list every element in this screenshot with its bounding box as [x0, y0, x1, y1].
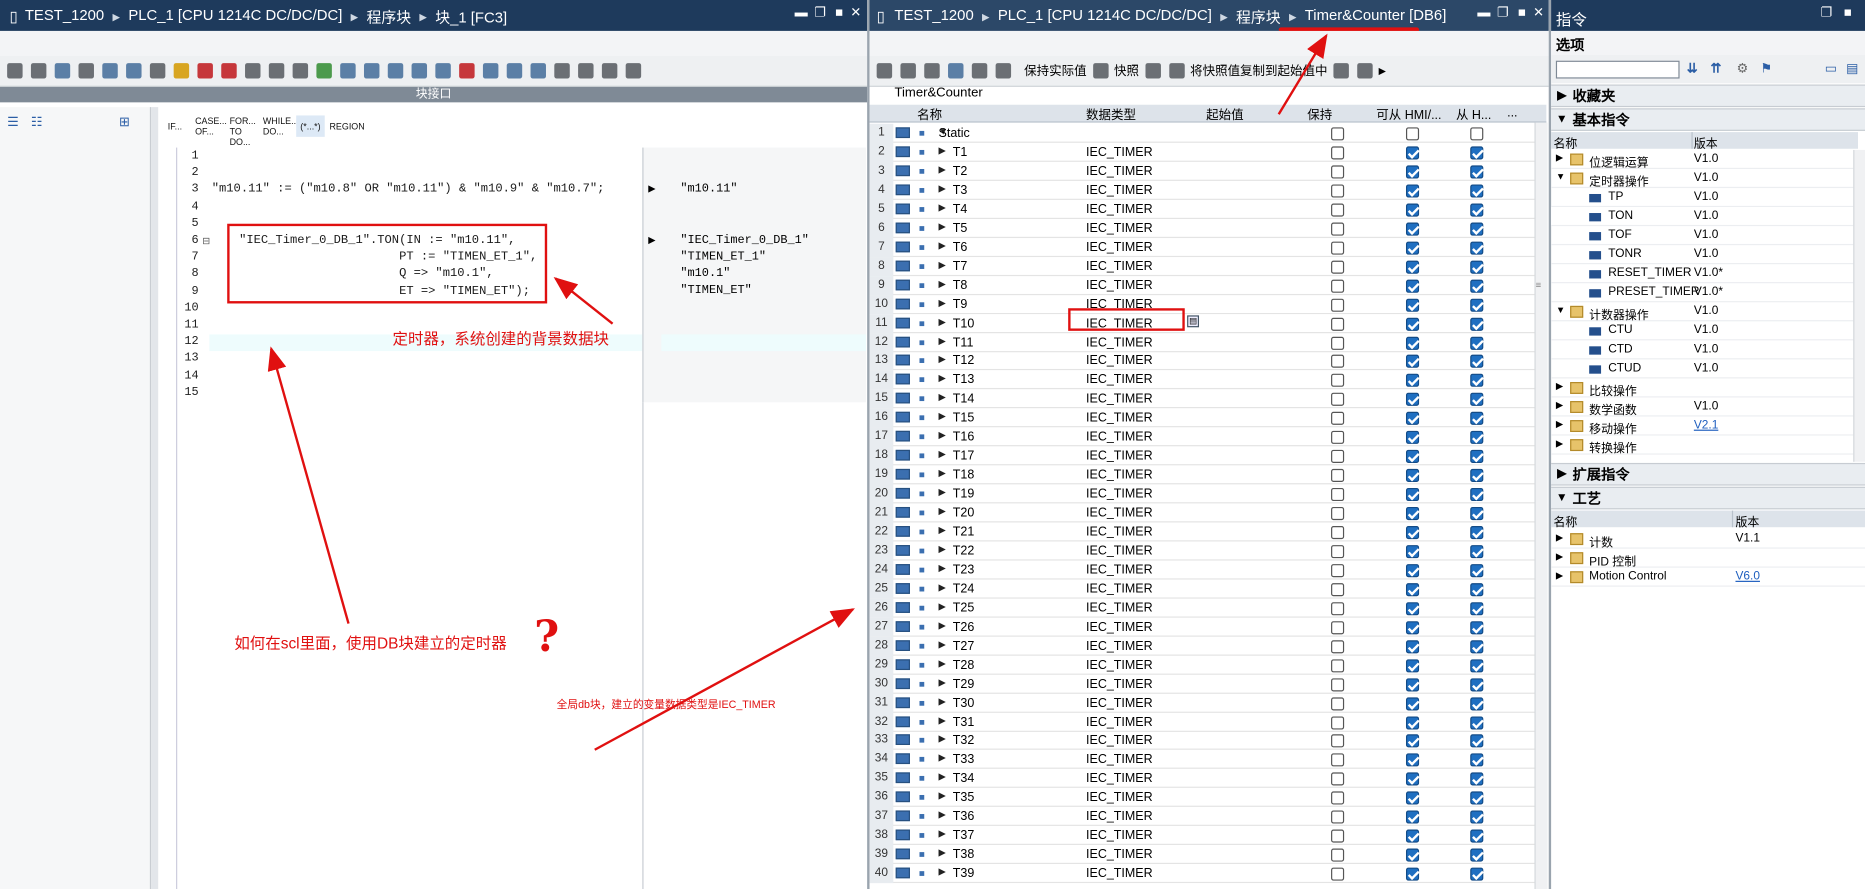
- arrow-to-code: [267, 346, 350, 624]
- screenshot-root: ▯ TEST_1200 ▸ PLC_1 [CPU 1214C DC/DC/DC] ▸…: [0, 0, 1865, 889]
- arrow-to-timer: [553, 277, 614, 325]
- arrow-to-db-title: [1277, 33, 1328, 115]
- arrow-to-db-table: [594, 608, 855, 751]
- annotation-arrows: [267, 33, 1328, 751]
